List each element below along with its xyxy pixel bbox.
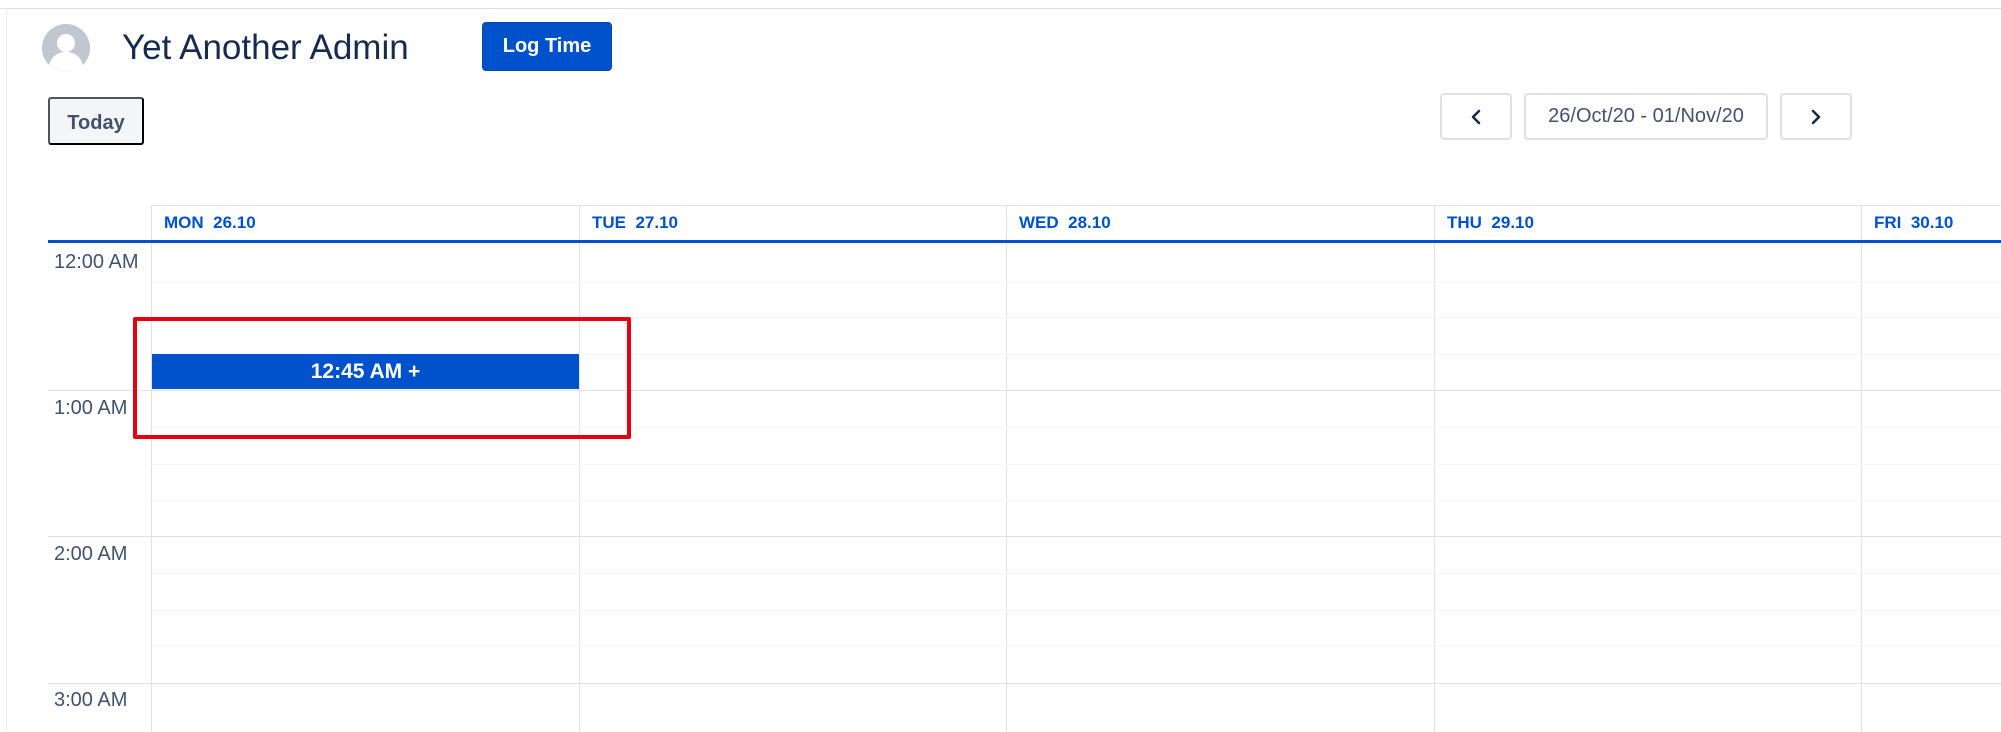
day-column-divider	[1861, 205, 1862, 732]
week-calendar: MON 26.10 TUE 27.10 WED 28.10 THU 29.10 …	[48, 205, 2001, 732]
quarter-hour-line	[151, 646, 2001, 647]
day-name: TUE	[592, 213, 626, 232]
top-divider	[0, 8, 2001, 9]
quarter-hour-line	[151, 427, 2001, 428]
day-name: WED	[1019, 213, 1059, 232]
date-range-field[interactable]: 26/Oct/20 - 01/Nov/20	[1524, 93, 1768, 140]
day-date: 29.10	[1491, 213, 1534, 232]
day-column-divider	[1006, 205, 1007, 732]
user-avatar-icon	[42, 24, 90, 72]
page: Yet Another Admin Log Time Today 26/Oct/…	[0, 0, 2001, 732]
day-column-divider	[151, 205, 152, 732]
day-name: MON	[164, 213, 204, 232]
calendar-header-underline	[48, 240, 2001, 243]
day-header-fri[interactable]: FRI 30.10	[1861, 205, 1953, 240]
day-header-tue[interactable]: TUE 27.10	[579, 205, 678, 240]
day-date: 30.10	[1910, 213, 1954, 232]
time-entry-event[interactable]: 12:45 AM +	[152, 354, 579, 389]
previous-week-button[interactable]	[1440, 93, 1512, 140]
day-date: 28.10	[1068, 213, 1111, 232]
time-label: 12:00 AM	[54, 251, 139, 273]
day-header-thu[interactable]: THU 29.10	[1434, 205, 1534, 240]
day-column-divider	[1434, 205, 1435, 732]
time-label: 1:00 AM	[54, 397, 128, 419]
hour-line	[48, 536, 2001, 537]
time-label: 3:00 AM	[54, 689, 128, 711]
day-date: 27.10	[635, 213, 678, 232]
next-week-button[interactable]	[1780, 93, 1852, 140]
user-name: Yet Another Admin	[122, 28, 409, 67]
day-name: FRI	[1874, 213, 1902, 232]
quarter-hour-line	[151, 281, 2001, 282]
hour-line	[48, 390, 2001, 391]
left-divider	[6, 8, 7, 732]
day-column-divider	[579, 205, 580, 732]
quarter-hour-line	[151, 610, 2001, 611]
quarter-hour-line	[151, 464, 2001, 465]
time-label: 2:00 AM	[54, 543, 128, 565]
quarter-hour-line	[151, 500, 2001, 501]
day-header-mon[interactable]: MON 26.10	[151, 205, 256, 240]
chevron-right-icon	[1811, 109, 1821, 124]
chevron-left-icon	[1471, 109, 1481, 124]
day-name: THU	[1447, 213, 1482, 232]
quarter-hour-line	[151, 317, 2001, 318]
day-date: 26.10	[213, 213, 256, 232]
today-button[interactable]: Today	[48, 97, 144, 145]
day-header-wed[interactable]: WED 28.10	[1006, 205, 1111, 240]
hour-line	[48, 683, 2001, 684]
quarter-hour-line	[151, 573, 2001, 574]
log-time-button[interactable]: Log Time	[482, 22, 612, 71]
